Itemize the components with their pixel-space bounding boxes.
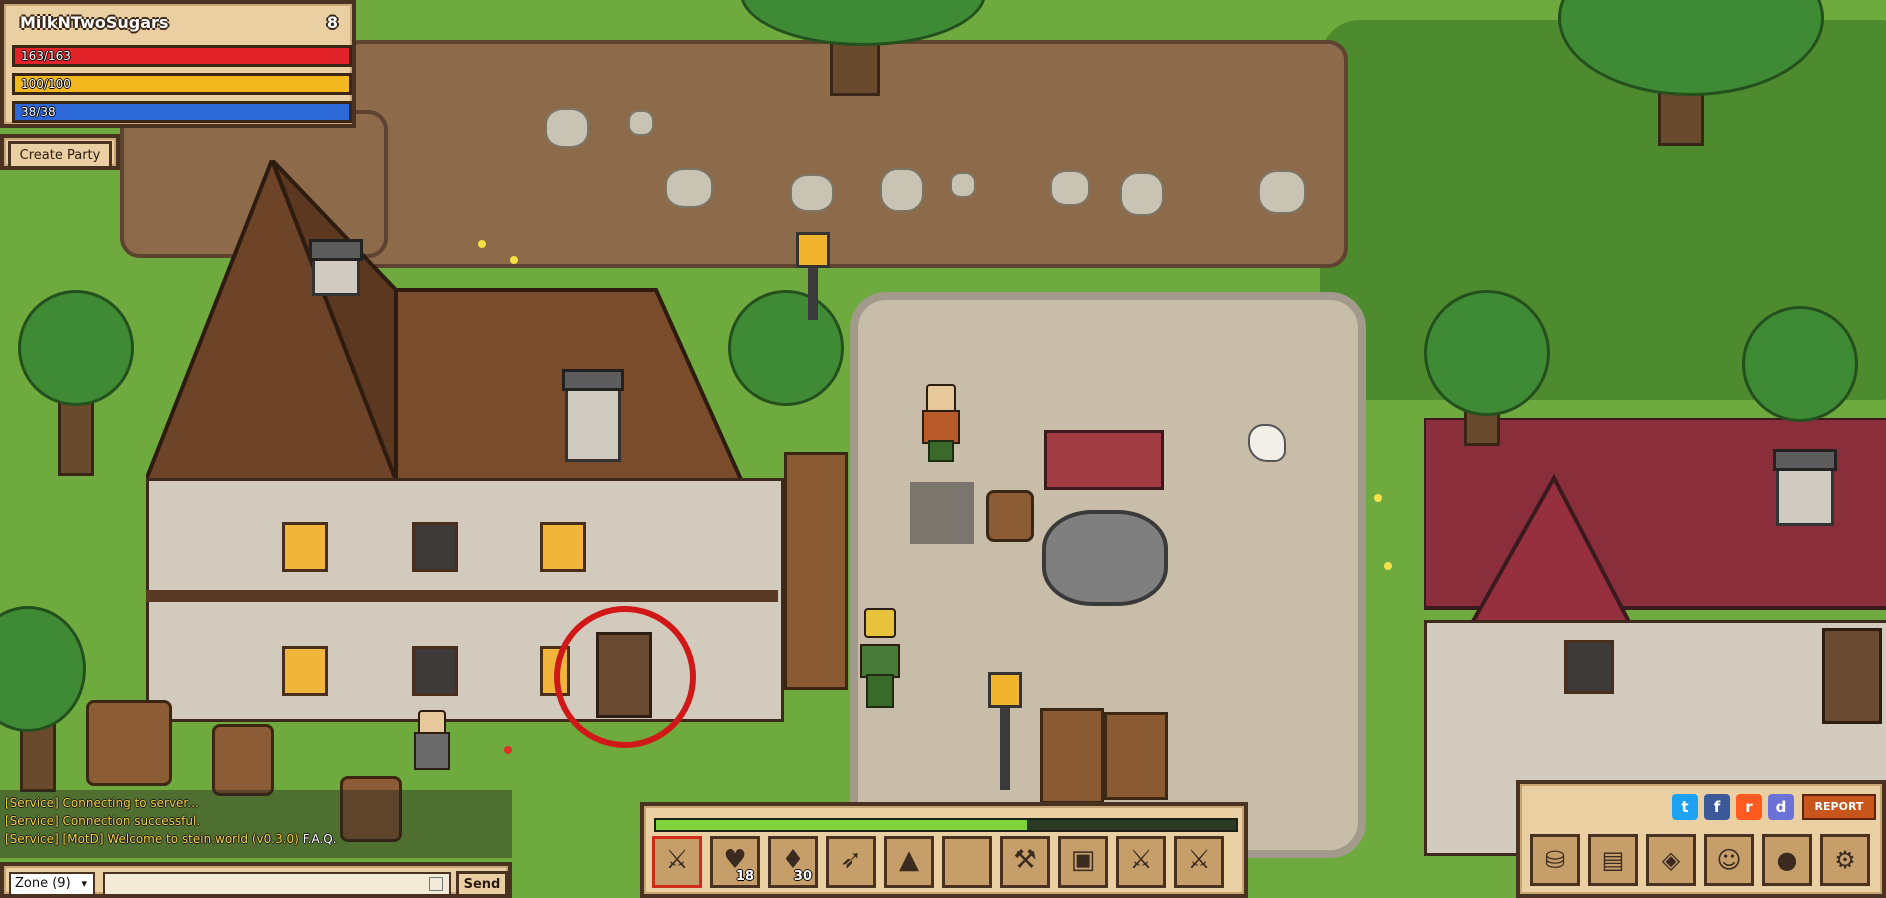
window: [1564, 640, 1614, 694]
player-level: 8: [326, 13, 338, 32]
twitter-icon[interactable]: t: [1672, 794, 1698, 820]
discord-icon[interactable]: d: [1768, 794, 1794, 820]
chicken[interactable]: [1248, 424, 1286, 462]
hotbar-slot[interactable]: ⚔: [1116, 836, 1166, 888]
window: [412, 522, 458, 572]
inventory-bag-icon[interactable]: ⛁: [1530, 834, 1580, 886]
beam: [146, 590, 778, 602]
facebook-icon[interactable]: f: [1704, 794, 1730, 820]
hotbar-slot[interactable]: ⚔: [652, 836, 702, 888]
hotbar-slot[interactable]: ♦ 30: [768, 836, 818, 888]
health-value: 163/163: [21, 49, 71, 63]
flower: [510, 256, 518, 264]
mana-bar: 100/100: [12, 73, 352, 95]
send-button[interactable]: Send: [456, 871, 508, 897]
rock: [1258, 170, 1306, 214]
chat-message: [Service] Connecting to server...: [5, 796, 199, 810]
reddit-icon[interactable]: r: [1736, 794, 1762, 820]
sword-icon: ⚔: [665, 845, 689, 875]
party-panel: Create Party: [0, 134, 120, 170]
house-door[interactable]: [1822, 628, 1882, 724]
hat-icon: ▲: [899, 845, 919, 875]
window: [412, 646, 458, 696]
rock: [628, 110, 654, 136]
well-base: [1042, 510, 1168, 606]
hotbar-slot[interactable]: ⚔: [1174, 836, 1224, 888]
window: [282, 522, 328, 572]
roof-shape: [143, 154, 790, 582]
hotbar-slot[interactable]: ▲: [884, 836, 934, 888]
chat-log[interactable]: [Service] Connecting to server... [Servi…: [0, 790, 512, 858]
chat-message-text: [Service] Connecting to server...: [5, 796, 199, 810]
rock: [790, 174, 834, 212]
barrel: [86, 700, 172, 786]
window: [540, 522, 586, 572]
chat-channel-select[interactable]: Zone (9): [9, 872, 95, 896]
hotbar-slot[interactable]: [942, 836, 992, 888]
sword-icon: ⚔: [1129, 845, 1153, 875]
street-lamp: [988, 672, 1022, 790]
experience-value: 38/38: [21, 105, 56, 119]
report-button[interactable]: REPORT: [1802, 794, 1876, 820]
character-icon[interactable]: ☺: [1704, 834, 1754, 886]
faq-link[interactable]: F.A.Q.: [303, 832, 337, 846]
house-roof: [143, 154, 790, 582]
flower: [504, 746, 512, 754]
player-status-frame: MilkNTwoSugars 8 163/163 100/100 38/38: [0, 0, 356, 128]
sword-icon: ⚔: [1187, 845, 1211, 875]
hotbar-progress-fill: [656, 820, 1028, 830]
flower: [1374, 494, 1382, 502]
rock: [1050, 170, 1090, 206]
hotbar-slot[interactable]: ⚒: [1000, 836, 1050, 888]
stack-count: 30: [793, 869, 812, 884]
axe-icon: ⚒: [1013, 845, 1037, 875]
chat-message-text: [Service] Connection successful.: [5, 814, 201, 828]
create-party-button[interactable]: Create Party: [8, 141, 112, 169]
bow-icon: ➶: [840, 845, 862, 875]
chat-input[interactable]: [103, 872, 451, 896]
chat-message: [Service] Connection successful.: [5, 814, 200, 828]
map-scroll-icon: ▣: [1070, 845, 1096, 875]
window: [282, 646, 328, 696]
rock: [950, 172, 976, 198]
destination-marker: [554, 606, 696, 748]
barrel: [212, 724, 274, 796]
target-tile: [910, 482, 974, 544]
flower: [1384, 562, 1392, 570]
chimney: [309, 239, 363, 296]
hotbar-progress-bar: [654, 818, 1238, 832]
crate: [784, 452, 848, 690]
world-map-icon[interactable]: ◈: [1646, 834, 1696, 886]
hotbar-slot[interactable]: ➶: [826, 836, 876, 888]
health-bar: 163/163: [12, 45, 352, 67]
flower: [478, 240, 486, 248]
crate: [1040, 708, 1104, 804]
player-name: MilkNTwoSugars: [20, 13, 169, 32]
quest-book-icon[interactable]: ▤: [1588, 834, 1638, 886]
hotbar-slot[interactable]: ♥ 18: [710, 836, 760, 888]
street-lamp: [796, 232, 830, 320]
keyboard-icon[interactable]: [429, 877, 443, 891]
water-bucket: [986, 490, 1034, 542]
crate: [1104, 712, 1168, 800]
chat-message-text: [Service] [MotD] Welcome to stein.world …: [5, 832, 299, 846]
settings-gear-icon[interactable]: ⚙: [1820, 834, 1870, 886]
action-hotbar: ⚔ ♥ 18 ♦ 30 ➶ ▲ ⚒ ▣ ⚔ ⚔: [640, 802, 1248, 898]
mana-value: 100/100: [21, 77, 71, 91]
experience-bar: 38/38: [12, 101, 352, 123]
rock: [545, 108, 589, 148]
well-roof: [1044, 430, 1164, 490]
chimney: [562, 369, 624, 462]
gold-coins-icon[interactable]: ●: [1762, 834, 1812, 886]
rock: [1120, 172, 1164, 216]
main-menu-panel: t f r d REPORT ⛁ ▤ ◈ ☺ ● ⚙: [1516, 780, 1886, 898]
game-world[interactable]: [0, 0, 1886, 898]
chat-message: [Service] [MotD] Welcome to stein.world …: [5, 832, 337, 846]
hotbar-slot[interactable]: ▣: [1058, 836, 1108, 888]
chat-input-bar: Zone (9) Send: [0, 862, 512, 898]
rock: [880, 168, 924, 212]
stack-count: 18: [735, 869, 754, 884]
chimney: [1773, 449, 1837, 526]
